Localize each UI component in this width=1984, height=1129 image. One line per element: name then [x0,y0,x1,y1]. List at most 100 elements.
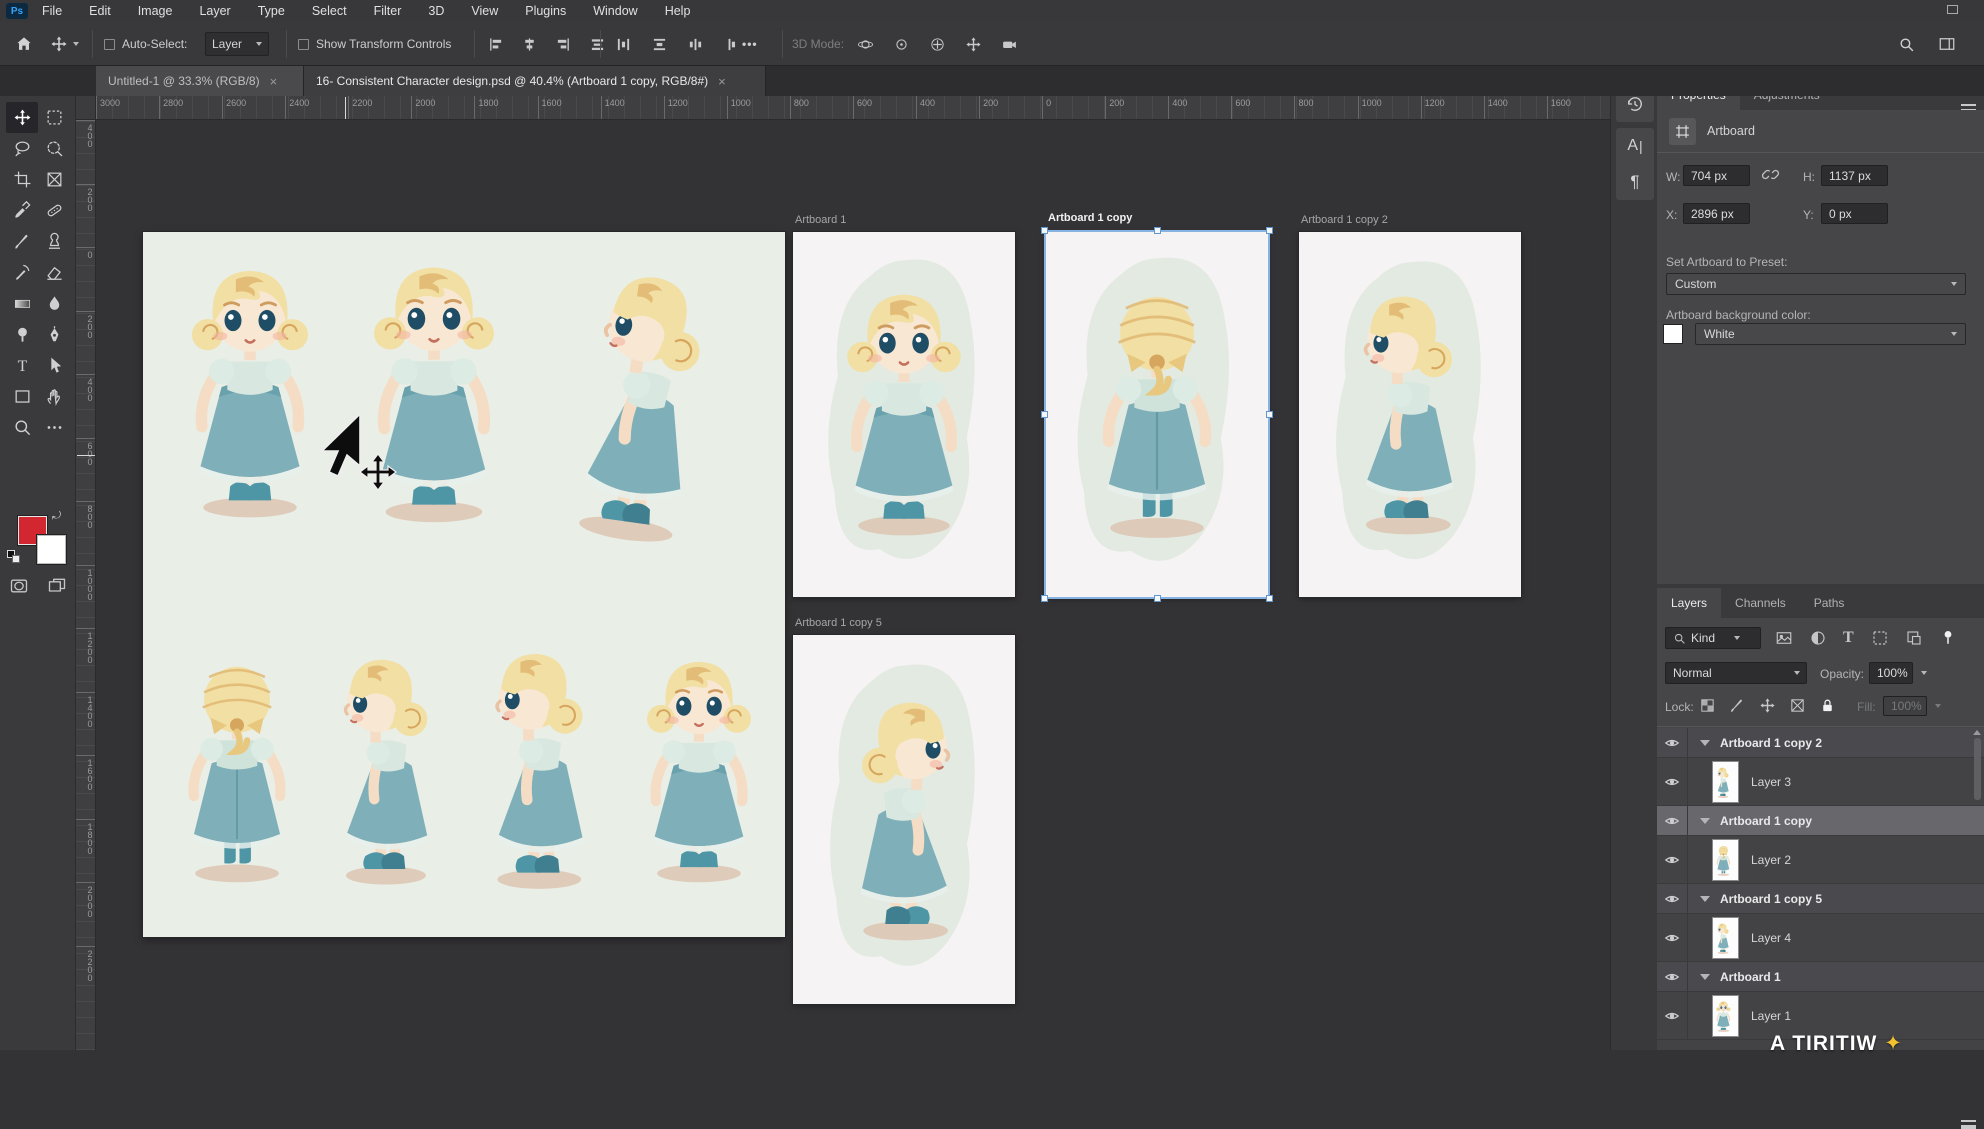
artboard-1-copy[interactable] [1046,232,1268,597]
transform-handle[interactable] [1266,227,1273,234]
y-field[interactable]: 0 px [1821,203,1888,224]
transform-handle[interactable] [1266,595,1273,602]
visibility-toggle[interactable] [1657,758,1688,805]
visibility-toggle[interactable] [1657,914,1688,961]
tool-path-selection[interactable] [38,350,70,381]
swap-colors-icon[interactable]: ⤾ [52,510,61,523]
layer-filter-kind[interactable]: Kind [1665,627,1761,649]
chevron-down-icon[interactable] [1700,974,1710,980]
menu-item[interactable]: View [471,4,498,18]
layer-row[interactable]: Layer 2 [1657,836,1984,884]
tab-channels[interactable]: Channels [1721,588,1800,618]
menu-item[interactable]: 3D [428,4,444,18]
width-field[interactable]: 704 px [1683,165,1750,186]
transform-handle[interactable] [1041,411,1048,418]
lock-all-icon[interactable] [1819,697,1836,714]
opacity-field[interactable]: 100% [1869,662,1913,684]
tool-pen[interactable] [38,319,70,350]
character-sheet-image[interactable] [143,232,785,937]
tool-blur[interactable] [38,288,70,319]
character-panel-button[interactable]: A| [1616,128,1654,164]
transform-handle[interactable] [1041,227,1048,234]
panel-menu-icon[interactable] [1961,1120,1976,1129]
artboard-1-copy-5[interactable] [793,635,1015,1004]
transform-handle[interactable] [1154,227,1161,234]
screen-mode-button[interactable] [46,576,68,596]
auto-select-checkbox[interactable] [104,39,115,50]
tool-object-selection[interactable] [38,133,70,164]
lock-position-icon[interactable] [1759,697,1776,714]
visibility-toggle[interactable] [1657,728,1688,757]
show-transform-toggle[interactable]: Show Transform Controls [298,22,451,66]
paragraph-panel-button[interactable]: ¶ [1616,164,1654,200]
background-color-dropdown[interactable]: White [1695,323,1966,345]
filter-adjustment-layers-icon[interactable] [1809,629,1827,647]
tool-brush[interactable] [6,226,38,257]
default-colors-icon[interactable] [7,550,20,563]
background-color-swatch[interactable] [1663,324,1683,344]
distribute-vertical-button[interactable] [646,31,672,57]
tab-layers[interactable]: Layers [1657,588,1721,618]
chevron-down-icon[interactable] [1921,671,1927,675]
filter-smart-objects-icon[interactable] [1905,629,1923,647]
tool-eyedropper[interactable] [6,195,38,226]
tool-move[interactable] [6,102,38,133]
tool-more-options[interactable] [38,412,70,443]
link-dimensions-icon[interactable] [1761,165,1780,184]
background-color-swatch[interactable] [37,535,66,564]
scrollbar-thumb[interactable] [1974,738,1981,800]
menu-item[interactable]: Plugins [525,4,566,18]
menu-item[interactable]: Window [593,4,637,18]
layer-row[interactable]: Artboard 1 copy 5 [1657,884,1984,914]
filter-shape-layers-icon[interactable] [1871,629,1889,647]
visibility-toggle[interactable] [1657,962,1688,991]
lock-artboard-nesting-icon[interactable] [1789,697,1806,714]
show-transform-checkbox[interactable] [298,39,309,50]
chevron-down-icon[interactable] [1700,818,1710,824]
tool-rectangle[interactable] [6,381,38,412]
lock-transparent-pixels-icon[interactable] [1699,697,1716,714]
layer-row[interactable]: Artboard 1 copy [1657,806,1984,836]
distribute-center-button[interactable] [682,31,708,57]
tool-type[interactable] [6,350,38,381]
blend-mode-dropdown[interactable]: Normal [1665,662,1807,684]
tool-lasso[interactable] [6,133,38,164]
close-icon[interactable]: × [270,74,278,89]
layers-scrollbar[interactable] [1972,730,1982,1020]
search-button[interactable] [1898,22,1915,66]
artboard-label[interactable]: Artboard 1 [795,214,846,226]
x-field[interactable]: 2896 px [1683,203,1750,224]
chevron-down-icon[interactable] [1700,740,1710,746]
lock-image-pixels-icon[interactable] [1729,697,1746,714]
align-center-button[interactable] [516,31,542,57]
filter-pin-icon[interactable] [1939,628,1957,646]
artboard-1-copy-2[interactable] [1299,232,1521,597]
document-tab-character-design[interactable]: 16- Consistent Character design.psd @ 40… [304,66,766,96]
canvas[interactable]: Artboard 1 Artboard 1 copy Artboard 1 co… [96,120,1610,1050]
artboard-label[interactable]: Artboard 1 copy 5 [795,617,882,629]
align-middle-button[interactable] [584,31,610,57]
document-tab-untitled[interactable]: Untitled-1 @ 33.3% (RGB/8) × [96,66,304,96]
ruler-origin-box[interactable] [76,96,96,120]
menu-item[interactable]: Filter [374,4,402,18]
tool-history-brush[interactable] [6,257,38,288]
filter-pixel-layers-icon[interactable] [1775,629,1793,647]
scroll-up-icon[interactable] [1973,730,1981,735]
filter-type-layers-icon[interactable]: T [1843,629,1854,647]
menu-item[interactable]: Type [258,4,285,18]
align-right-button[interactable] [550,31,576,57]
artboard-label-selected[interactable]: Artboard 1 copy [1048,212,1132,224]
visibility-toggle[interactable] [1657,806,1688,835]
preset-dropdown[interactable]: Custom [1666,273,1966,295]
tool-crop[interactable] [6,164,38,195]
tool-clone-stamp[interactable] [38,226,70,257]
align-left-button[interactable] [482,31,508,57]
tool-marquee[interactable] [38,102,70,133]
close-icon[interactable]: × [718,74,726,89]
visibility-toggle[interactable] [1657,836,1688,883]
tab-paths[interactable]: Paths [1800,588,1859,618]
quick-mask-button[interactable] [8,576,30,596]
workspace-switcher-button[interactable] [1938,22,1956,66]
menu-item[interactable]: Select [312,4,347,18]
tool-zoom[interactable] [6,412,38,443]
